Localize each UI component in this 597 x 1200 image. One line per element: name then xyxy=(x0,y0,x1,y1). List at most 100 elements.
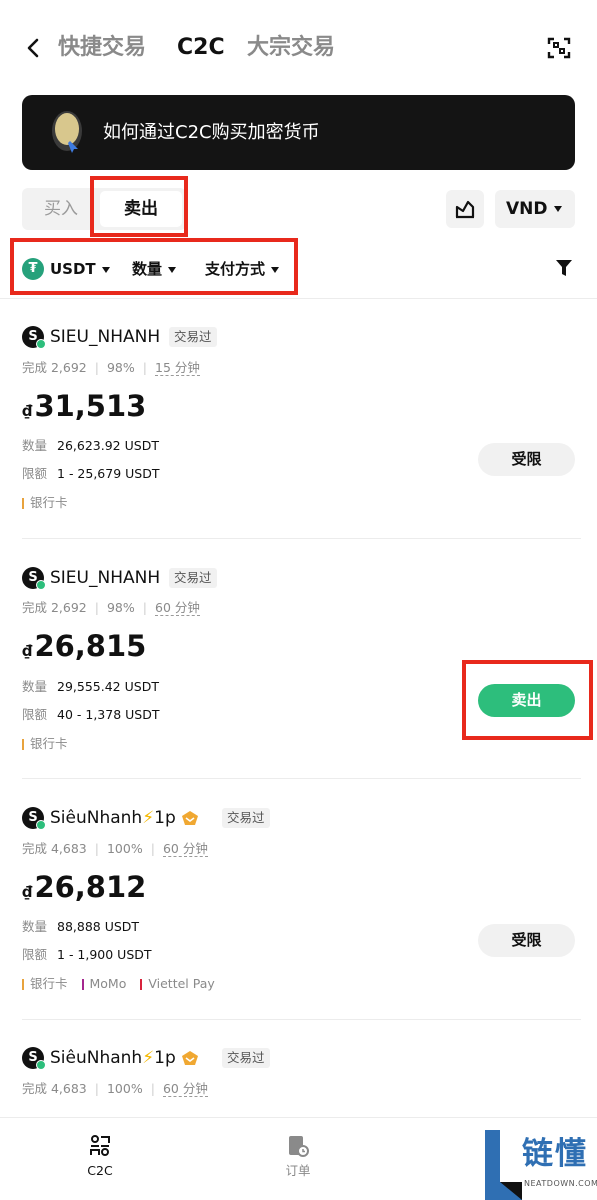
merchant-stats: 完成 4,683 | 100% | 60 分钟 xyxy=(22,1081,208,1097)
qty-value: 29,555.42 USDT xyxy=(57,679,159,694)
payment-tag: 银行卡 xyxy=(22,494,68,512)
limit-label: 限额 xyxy=(22,466,48,481)
qty-label: 数量 xyxy=(22,438,48,453)
highlight-box-sell-tab xyxy=(90,176,188,237)
avatar[interactable]: S xyxy=(22,807,46,830)
bottom-nav-orders[interactable]: 订单 xyxy=(268,1118,328,1180)
restricted-button[interactable]: 受限 xyxy=(478,924,575,957)
payment-tag: MoMo xyxy=(81,975,127,993)
available-quantity: 数量 29,555.42 USDT xyxy=(22,678,159,696)
completion-rate: 100% xyxy=(106,841,143,856)
release-time: 60 分钟 xyxy=(155,600,200,616)
payment-tag: Viettel Pay xyxy=(140,975,215,993)
merchant-name[interactable]: SIEU_NHANH xyxy=(50,325,160,349)
watermark-text: 链懂 xyxy=(522,1136,588,1172)
bottom-nav-label: 订单 xyxy=(285,1163,311,1178)
restricted-button[interactable]: 受限 xyxy=(478,443,575,476)
scan-icon[interactable] xyxy=(547,36,571,60)
qty-label: 数量 xyxy=(22,919,48,934)
top-nav: 快捷交易 C2C 大宗交易 xyxy=(0,0,597,96)
limit-label: 限额 xyxy=(22,947,48,962)
completion-rate: 100% xyxy=(106,1081,143,1096)
bottom-nav-c2c[interactable]: C2C xyxy=(70,1118,130,1180)
merchant-stats: 完成 2,692 | 98% | 60 分钟 xyxy=(22,600,200,616)
completion-rate: 98% xyxy=(106,360,135,375)
available-quantity: 数量 26,623.92 USDT xyxy=(22,437,159,455)
lightning-icon: ⚡ xyxy=(142,1048,155,1068)
merchant-name[interactable]: SIEU_NHANH xyxy=(50,566,160,590)
tutorial-banner[interactable]: 如何通过C2C购买加密货币 xyxy=(22,95,575,170)
merchant-name-text: SiêuNhanh xyxy=(50,808,143,828)
release-time: 60 分钟 xyxy=(162,841,208,857)
price-chart-button[interactable] xyxy=(446,190,484,228)
avatar[interactable]: S xyxy=(22,1047,46,1070)
price-value: 26,812 xyxy=(34,870,147,904)
c2c-icon xyxy=(90,1135,110,1156)
traded-badge: 交易过 xyxy=(222,808,270,828)
currency-label: VND xyxy=(506,199,548,219)
filter-funnel-icon[interactable] xyxy=(555,258,573,278)
qty-value: 26,623.92 USDT xyxy=(57,438,159,453)
merchant-name-suffix: 1p xyxy=(154,808,176,828)
traded-badge: 交易过 xyxy=(222,1048,270,1068)
lightning-icon: ⚡ xyxy=(142,808,155,828)
order-limit: 限额 40 - 1,378 USDT xyxy=(22,706,159,724)
completed-count: 完成 4,683 xyxy=(22,1081,87,1096)
highlight-box-sell-button xyxy=(462,660,593,740)
divider xyxy=(22,1019,581,1020)
merchant-name-suffix: 1p xyxy=(154,1048,176,1068)
merchant-stats: 完成 4,683 | 100% | 60 分钟 xyxy=(22,841,208,857)
avatar[interactable]: S xyxy=(22,326,46,349)
back-arrow-icon[interactable] xyxy=(22,34,46,62)
merchant-name[interactable]: SiêuNhanh⚡1p xyxy=(50,1046,199,1070)
crown-badge-icon xyxy=(182,1051,199,1065)
order-limit: 限额 1 - 25,679 USDT xyxy=(22,465,159,483)
limit-value: 40 - 1,378 USDT xyxy=(57,707,160,722)
qty-label: 数量 xyxy=(22,679,48,694)
payment-methods: 银行卡 xyxy=(22,494,78,514)
completed-count: 完成 2,692 xyxy=(22,360,87,375)
fiat-currency-select[interactable]: VND xyxy=(495,190,575,228)
payment-name: Viettel Pay xyxy=(148,976,215,991)
watermark-subtext: NEATDOWN.COM xyxy=(524,1179,597,1188)
coin-tutorial-icon xyxy=(52,111,82,153)
payment-name: 银行卡 xyxy=(30,976,68,991)
payment-tag: 银行卡 xyxy=(22,735,68,753)
banner-text: 如何通过C2C购买加密货币 xyxy=(103,122,320,143)
bottom-nav-label: C2C xyxy=(87,1163,113,1178)
divider xyxy=(22,778,581,779)
traded-badge: 交易过 xyxy=(169,327,217,347)
payment-methods: 银行卡 xyxy=(22,735,78,755)
release-time: 15 分钟 xyxy=(155,360,200,376)
price: ₫26,812 xyxy=(22,870,146,909)
order-limit: 限额 1 - 1,900 USDT xyxy=(22,946,152,964)
completed-count: 完成 4,683 xyxy=(22,841,87,856)
orders-icon xyxy=(289,1136,309,1157)
price-value: 26,815 xyxy=(34,629,147,663)
tab-quick-trade[interactable]: 快捷交易 xyxy=(58,33,146,63)
release-time: 60 分钟 xyxy=(162,1081,208,1097)
payment-methods: 银行卡 MoMo Viettel Pay xyxy=(22,975,225,995)
tab-buy[interactable]: 买入 xyxy=(22,188,100,230)
tab-block-trade[interactable]: 大宗交易 xyxy=(247,33,335,63)
chart-icon xyxy=(455,200,475,219)
payment-name: MoMo xyxy=(89,976,127,991)
limit-value: 1 - 1,900 USDT xyxy=(57,947,152,962)
currency-symbol: ₫ xyxy=(22,642,33,660)
chevron-down-icon xyxy=(553,206,562,212)
limit-label: 限额 xyxy=(22,707,48,722)
merchant-name-text: SiêuNhanh xyxy=(50,1048,143,1068)
tab-c2c[interactable]: C2C xyxy=(177,33,225,63)
currency-symbol: ₫ xyxy=(22,402,33,420)
payment-name: 银行卡 xyxy=(30,495,68,510)
traded-badge: 交易过 xyxy=(169,568,217,588)
completed-count: 完成 2,692 xyxy=(22,600,87,615)
merchant-name[interactable]: SiêuNhanh⚡1p xyxy=(50,806,199,830)
qty-value: 88,888 USDT xyxy=(57,919,140,934)
avatar[interactable]: S xyxy=(22,567,46,590)
completion-rate: 98% xyxy=(106,600,135,615)
payment-tag: 银行卡 xyxy=(22,975,68,993)
available-quantity: 数量 88,888 USDT xyxy=(22,918,139,936)
price: ₫26,815 xyxy=(22,629,146,668)
highlight-box-filters xyxy=(10,238,298,295)
